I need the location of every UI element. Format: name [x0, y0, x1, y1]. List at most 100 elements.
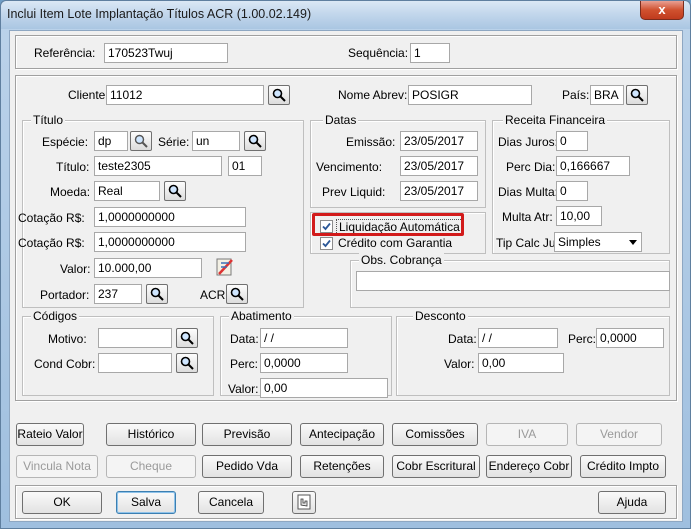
prev-liquid-input[interactable]: 23/05/2017: [400, 181, 478, 201]
referencia-label: Referência:: [34, 46, 96, 60]
main-panel: Cliente: 11012 Nome Abrev: POSIGR País: …: [15, 75, 677, 401]
pais-input[interactable]: BRA: [590, 85, 624, 105]
tip-calc-jur-select[interactable]: Simples: [554, 232, 642, 252]
multa-atr-label: Multa Atr:: [502, 210, 553, 224]
moeda-input[interactable]: Real: [94, 181, 160, 201]
desconto-data-input[interactable]: / /: [478, 328, 558, 348]
parcela-input[interactable]: 01: [228, 156, 262, 176]
pais-search-button[interactable]: [626, 85, 648, 105]
iva-button[interactable]: IVA: [486, 423, 568, 446]
credito-checkbox[interactable]: [320, 237, 333, 250]
multa-atr-input[interactable]: 10,00: [556, 206, 602, 226]
historico-button[interactable]: Histórico: [106, 423, 196, 446]
dias-juros-input[interactable]: 0: [556, 131, 588, 151]
cond-cobr-label: Cond Cobr:: [34, 357, 96, 371]
acr-search-button[interactable]: [226, 284, 248, 304]
close-button[interactable]: x: [640, 1, 684, 20]
cobr-escritural-button[interactable]: Cobr Escritural: [392, 455, 480, 478]
sequencia-label: Sequência:: [348, 46, 409, 60]
vendor-button[interactable]: Vendor: [576, 423, 662, 446]
search-icon: [134, 134, 148, 148]
help-context-button[interactable]: [292, 491, 316, 514]
valor-input[interactable]: 10.000,00: [94, 258, 202, 278]
comissoes-button[interactable]: Comissões: [392, 423, 478, 446]
serie-search-button[interactable]: [244, 131, 266, 151]
reference-panel: Referência: 170523Twuj Sequência: 1: [15, 35, 677, 69]
credito-impto-button[interactable]: Crédito Impto: [580, 455, 666, 478]
titulo-group-title: Título: [31, 113, 66, 127]
dialog-window: Inclui Item Lote Implantação Títulos ACR…: [0, 0, 691, 529]
obs-cobranca-input[interactable]: [356, 271, 670, 291]
search-icon: [248, 134, 262, 148]
perc-dia-input[interactable]: 0,166667: [556, 156, 630, 176]
search-icon: [272, 88, 286, 102]
search-icon: [150, 287, 164, 301]
cliente-label: Cliente:: [68, 88, 109, 102]
salva-button[interactable]: Salva: [116, 491, 176, 514]
abatimento-valor-input[interactable]: 0,00: [260, 378, 388, 398]
desconto-perc-label: Perc:: [568, 332, 597, 346]
cotacao1-label: Cotação R$:: [18, 211, 85, 225]
antecipacao-button[interactable]: Antecipação: [300, 423, 384, 446]
vincula-nota-button[interactable]: Vincula Nota: [16, 455, 98, 478]
portador-search-button[interactable]: [146, 284, 168, 304]
cotacao1-input[interactable]: 1,0000000000: [94, 207, 246, 227]
perc-dia-label: Perc Dia:: [506, 160, 556, 174]
tip-calc-jur-value: Simples: [558, 235, 601, 249]
rateio-valor-button[interactable]: Rateio Valor: [16, 423, 84, 446]
titulo-input[interactable]: teste2305: [94, 156, 222, 176]
motivo-label: Motivo:: [48, 332, 87, 346]
pedido-vda-button[interactable]: Pedido Vda: [202, 455, 292, 478]
cond-cobr-input[interactable]: [98, 353, 172, 373]
ajuda-button[interactable]: Ajuda: [598, 491, 666, 514]
moeda-search-button[interactable]: [164, 181, 186, 201]
cond-cobr-search-button[interactable]: [176, 353, 198, 373]
sequencia-input[interactable]: 1: [410, 43, 450, 63]
chevron-down-icon: [629, 240, 637, 245]
codigos-group-title: Códigos: [31, 309, 80, 323]
especie-search-button[interactable]: [130, 131, 152, 151]
credito-label[interactable]: Crédito com Garantia: [338, 236, 452, 250]
serie-label: Série:: [158, 135, 190, 149]
ok-button[interactable]: OK: [22, 491, 102, 514]
desconto-data-label: Data:: [448, 332, 477, 346]
dialog-content: Referência: 170523Twuj Sequência: 1 Clie…: [9, 30, 683, 522]
nome-abrev-input[interactable]: POSIGR: [408, 85, 532, 105]
datas-group-title: Datas: [323, 113, 359, 127]
emissao-label: Emissão:: [346, 135, 396, 149]
highlight-annotation: [312, 213, 464, 236]
cliente-input[interactable]: 11012: [106, 85, 264, 105]
title-bar[interactable]: Inclui Item Lote Implantação Títulos ACR…: [1, 1, 690, 29]
obs-cobranca-title: Obs. Cobrança: [359, 253, 444, 267]
pais-label: País:: [562, 88, 590, 102]
abatimento-valor-label: Valor:: [228, 382, 259, 396]
vencimento-input[interactable]: 23/05/2017: [400, 156, 478, 176]
motivo-search-button[interactable]: [176, 328, 198, 348]
dias-multa-input[interactable]: 0: [556, 181, 588, 201]
cotacao2-input[interactable]: 1,0000000000: [94, 232, 246, 252]
cheque-button[interactable]: Cheque: [106, 455, 196, 478]
dias-multa-label: Dias Multa:: [498, 185, 559, 199]
footer-panel: OK Salva Cancela Ajuda: [15, 485, 677, 519]
abatimento-perc-input[interactable]: 0,0000: [260, 353, 348, 373]
cliente-search-button[interactable]: [268, 85, 290, 105]
calculator-icon[interactable]: [214, 256, 236, 278]
dias-juros-label: Dias Juros:: [498, 135, 559, 149]
desconto-perc-input[interactable]: 0,0000: [596, 328, 664, 348]
emissao-input[interactable]: 23/05/2017: [400, 131, 478, 151]
previsao-button[interactable]: Previsão: [202, 423, 292, 446]
valor-label: Valor:: [60, 262, 91, 276]
abatimento-data-input[interactable]: / /: [260, 328, 348, 348]
retencoes-button[interactable]: Retenções: [300, 455, 384, 478]
tip-calc-jur-label: Tip Calc Jur:: [496, 236, 563, 250]
desconto-valor-input[interactable]: 0,00: [478, 353, 564, 373]
portador-label: Portador:: [40, 288, 90, 302]
cancela-button[interactable]: Cancela: [198, 491, 264, 514]
referencia-input[interactable]: 170523Twuj: [104, 43, 228, 63]
especie-input[interactable]: dp: [94, 131, 128, 151]
portador-input[interactable]: 237: [94, 284, 142, 304]
serie-input[interactable]: un: [192, 131, 240, 151]
endereco-cobr-button[interactable]: Endereço Cobr: [486, 455, 572, 478]
search-icon: [168, 184, 182, 198]
motivo-input[interactable]: [98, 328, 172, 348]
